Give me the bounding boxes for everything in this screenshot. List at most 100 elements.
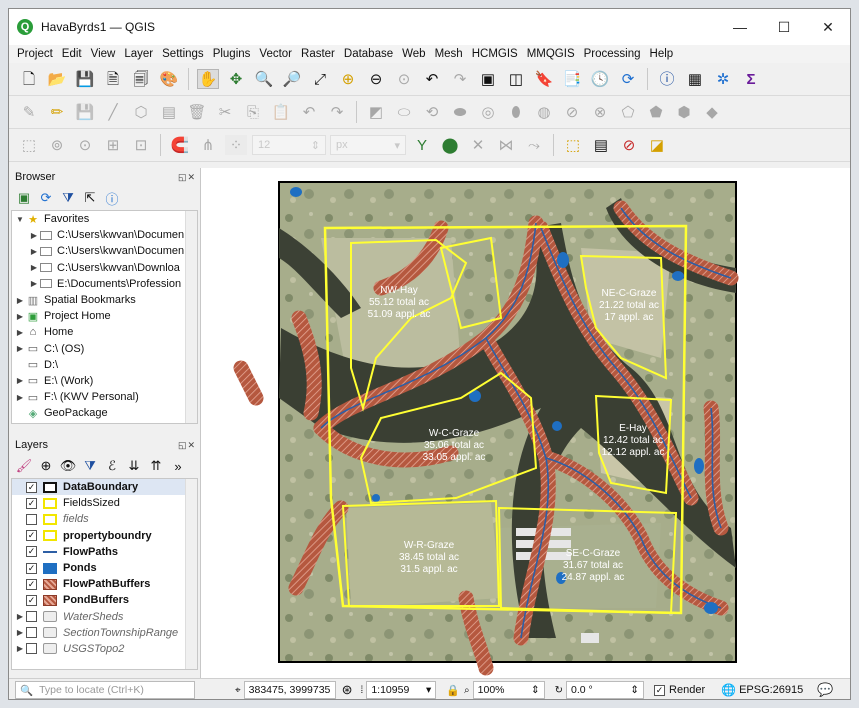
- select-attribute-table-icon[interactable]: ▤: [590, 135, 612, 155]
- snapping-type-icon[interactable]: ⁘: [225, 135, 247, 155]
- temporal-controller-icon[interactable]: 🕓: [589, 69, 611, 89]
- zoom-full-icon[interactable]: ⤢: [309, 69, 331, 89]
- layer-visibility-checkbox[interactable]: ✓: [26, 562, 37, 574]
- measure-area-icon[interactable]: ⊡: [130, 135, 152, 155]
- menu-view[interactable]: View: [91, 48, 116, 60]
- zoom-last-icon[interactable]: ↶: [421, 69, 443, 89]
- layer-item[interactable]: ✓ Ponds: [12, 560, 197, 576]
- simplify-feature-icon[interactable]: ⬬: [449, 102, 471, 122]
- layer-visibility-checkbox[interactable]: [26, 611, 37, 623]
- settings-gear-icon[interactable]: ✲: [712, 69, 734, 89]
- toggle-editing-icon[interactable]: ✏: [46, 102, 68, 122]
- layer-visibility-checkbox[interactable]: [26, 627, 37, 639]
- merge-features-icon[interactable]: ◆: [701, 102, 723, 122]
- snap-intersection-icon[interactable]: ✕: [467, 135, 489, 155]
- new-3d-view-icon[interactable]: ◫: [505, 69, 527, 89]
- zoom-in-icon[interactable]: 🔍: [253, 69, 275, 89]
- zoom-to-layer-icon[interactable]: ⊖: [365, 69, 387, 89]
- delete-part-icon[interactable]: ⊗: [589, 102, 611, 122]
- menu-edit[interactable]: Edit: [62, 48, 82, 60]
- layer-visibility-checkbox[interactable]: ✓: [26, 594, 37, 606]
- layers-tree[interactable]: ✓ DataBoundary ✓ FieldsSized fields ✓ property…: [11, 478, 198, 670]
- menu-mesh[interactable]: Mesh: [435, 48, 463, 60]
- measure-line-icon[interactable]: ⊞: [102, 135, 124, 155]
- map-svg[interactable]: NW-Hay55.12 total ac51.09 appl. ac NE-C-G…: [201, 168, 851, 678]
- pan-to-selection-icon[interactable]: ✥: [225, 69, 247, 89]
- layer-visibility-checkbox[interactable]: ✓: [26, 481, 37, 493]
- collapsed-arrow-icon[interactable]: ▶: [14, 312, 26, 321]
- select-features-icon[interactable]: ⬚: [562, 135, 584, 155]
- show-bookmarks-icon[interactable]: 📑: [561, 69, 583, 89]
- digitize-line-icon[interactable]: ╱: [102, 102, 124, 122]
- scale-select[interactable]: 1:10959 ▾: [366, 681, 437, 699]
- minimize-button[interactable]: —: [718, 19, 762, 36]
- crs-label[interactable]: EPSG:26915: [739, 684, 803, 696]
- offset-curve-icon[interactable]: ⬟: [645, 102, 667, 122]
- identify-features-icon[interactable]: ⓘ: [656, 69, 678, 89]
- layer-visibility-checkbox[interactable]: ✓: [26, 530, 37, 542]
- menu-vector[interactable]: Vector: [259, 48, 292, 60]
- reshape-features-icon[interactable]: ⬠: [617, 102, 639, 122]
- browser-item[interactable]: ▶ ▭ C:\ (OS): [12, 341, 197, 357]
- layer-item[interactable]: ▶ SectionTownshipRange: [12, 625, 197, 641]
- rotation-field[interactable]: 0.0 ° ⇕: [566, 681, 645, 699]
- browser-item[interactable]: ◈ GeoPackage: [12, 405, 197, 421]
- collapsed-arrow-icon[interactable]: ▶: [14, 628, 26, 637]
- paste-features-icon[interactable]: 📋: [270, 102, 292, 122]
- collapsed-arrow-icon[interactable]: ▶: [14, 328, 26, 337]
- menu-plugins[interactable]: Plugins: [213, 48, 251, 60]
- browser-item[interactable]: ▶ C:\Users\kwvan\Downloa: [12, 260, 197, 276]
- collapsed-arrow-icon[interactable]: ▶: [28, 231, 40, 240]
- cut-features-icon[interactable]: ✂: [214, 102, 236, 122]
- zoom-native-icon[interactable]: ⊙: [393, 69, 415, 89]
- modify-attributes-icon[interactable]: ▤: [158, 102, 180, 122]
- style-manager-icon[interactable]: 🎨: [158, 69, 180, 89]
- snapping-mode-icon[interactable]: ⋔: [197, 135, 219, 155]
- snapping-magnet-icon[interactable]: 🧲: [169, 135, 191, 155]
- collapsed-arrow-icon[interactable]: ▶: [28, 247, 40, 256]
- layer-item[interactable]: ✓ FlowPathBuffers: [12, 576, 197, 592]
- deselect-all-icon[interactable]: ⊘: [618, 135, 640, 155]
- browser-item[interactable]: ▶ ▭ E:\ (Work): [12, 373, 197, 389]
- refresh-icon[interactable]: ⟳: [617, 69, 639, 89]
- self-snapping-icon[interactable]: ⤳: [523, 135, 545, 155]
- new-map-view-icon[interactable]: ▣: [477, 69, 499, 89]
- pan-map-icon[interactable]: ✋: [197, 69, 219, 89]
- collapsed-arrow-icon[interactable]: ▶: [14, 296, 26, 305]
- filter-expression-icon[interactable]: ℰ: [101, 458, 123, 474]
- layer-item[interactable]: ✓ PondBuffers: [12, 592, 197, 608]
- expand-all-icon[interactable]: ⇊: [123, 458, 145, 474]
- filter-browser-icon[interactable]: ⧩: [57, 190, 79, 206]
- copy-features-icon[interactable]: ⎘: [242, 102, 264, 122]
- zoom-next-icon[interactable]: ↷: [449, 69, 471, 89]
- browser-tree[interactable]: ▼ ★ Favorites ▶ C:\Users\kwvan\Documen ▶ C:\Us…: [11, 210, 198, 424]
- messages-icon[interactable]: 💬: [817, 682, 833, 698]
- collapsed-arrow-icon[interactable]: ▶: [14, 612, 26, 621]
- collapsed-arrow-icon[interactable]: ▶: [14, 376, 26, 385]
- tracing-icon[interactable]: ⋈: [495, 135, 517, 155]
- browser-item[interactable]: ▶ ▭ F:\ (KWV Personal): [12, 389, 197, 405]
- menu-processing[interactable]: Processing: [584, 48, 641, 60]
- expanded-arrow-icon[interactable]: ▼: [14, 215, 26, 224]
- layer-item[interactable]: ✓ propertyboundry: [12, 528, 197, 544]
- select-by-expression-icon[interactable]: ◪: [646, 135, 668, 155]
- menu-layer[interactable]: Layer: [124, 48, 153, 60]
- menu-database[interactable]: Database: [344, 48, 393, 60]
- add-group-icon[interactable]: ⊕: [35, 458, 57, 474]
- remove-layer-icon[interactable]: »: [167, 459, 189, 474]
- panel-float-close-icon[interactable]: ◱✕: [178, 172, 196, 183]
- avoid-overlap-icon[interactable]: ⬤: [439, 135, 461, 155]
- digitize-shape-icon[interactable]: ◩: [365, 102, 387, 122]
- select-by-value-icon[interactable]: ⊚: [46, 135, 68, 155]
- layer-visibility-checkbox[interactable]: [26, 643, 37, 655]
- collapsed-arrow-icon[interactable]: ▶: [14, 393, 26, 402]
- browser-scrollbar[interactable]: [185, 211, 197, 423]
- add-part-icon[interactable]: ⬮: [505, 102, 527, 122]
- browser-item[interactable]: ▶ E:\Documents\Profession: [12, 276, 197, 292]
- advanced-digitize-icon[interactable]: ⬚: [18, 135, 40, 155]
- locate-search-field[interactable]: 🔍 Type to locate (Ctrl+K): [15, 681, 195, 699]
- menu-hcmgis[interactable]: HCMGIS: [472, 48, 518, 60]
- save-project-icon[interactable]: 💾: [74, 69, 96, 89]
- browser-item[interactable]: ▶ C:\Users\kwvan\Documen: [12, 227, 197, 243]
- attribute-table-icon[interactable]: ▦: [684, 69, 706, 89]
